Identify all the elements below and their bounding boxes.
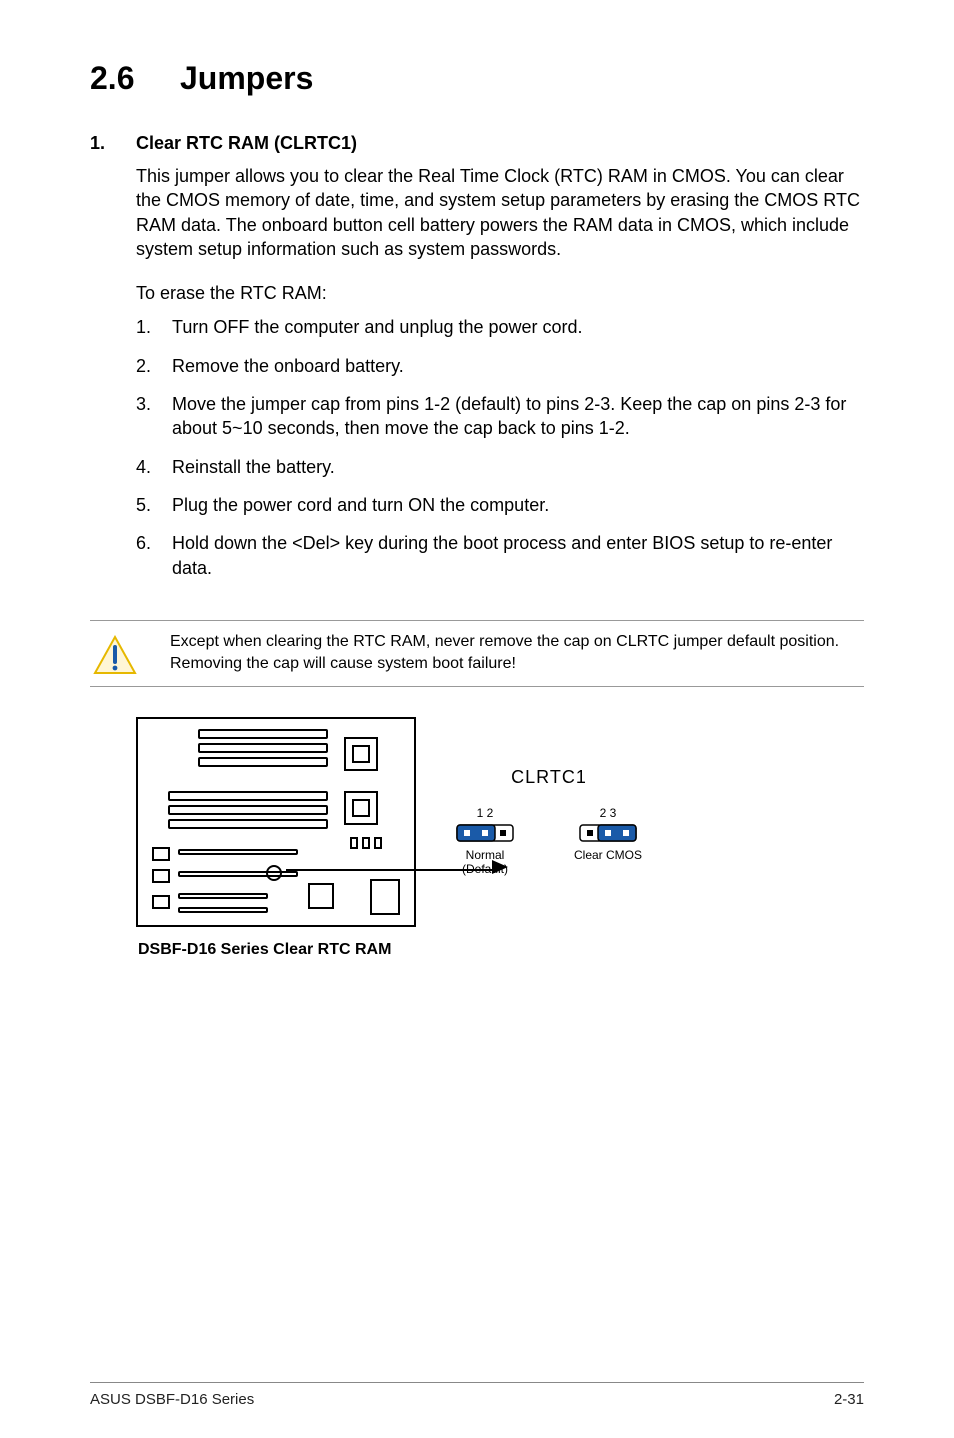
step-text: Hold down the <Del> key during the boot … [172,531,864,580]
item-title: Clear RTC RAM (CLRTC1) [136,133,357,154]
step-number: 6. [136,531,172,580]
pin-labels-left: 1 2 [477,806,494,820]
step-text: Turn OFF the computer and unplug the pow… [172,315,864,339]
section-title: Jumpers [180,60,313,96]
step-number: 2. [136,354,172,378]
step-text: Plug the power cord and turn ON the comp… [172,493,864,517]
jumper-clear: 2 3 Clear CMOS [574,806,642,862]
step: 2. Remove the onboard battery. [136,354,864,378]
jumper-caption-clear: Clear CMOS [574,848,642,862]
footer-left: ASUS DSBF-D16 Series [90,1391,254,1408]
page-footer: ASUS DSBF-D16 Series 2-31 [90,1382,864,1408]
steps-list: 1. Turn OFF the computer and unplug the … [136,315,864,593]
step-number: 1. [136,315,172,339]
item-header: 1. Clear RTC RAM (CLRTC1) [90,133,864,154]
caution-icon [90,631,140,675]
step-text: Reinstall the battery. [172,455,864,479]
step: 5. Plug the power cord and turn ON the c… [136,493,864,517]
section-heading: 2.6Jumpers [90,60,864,97]
caution-text: Except when clearing the RTC RAM, never … [140,631,864,676]
jumper-detail: CLRTC1 1 2 [456,767,642,877]
footer-right: 2-31 [834,1391,864,1408]
step: 6. Hold down the <Del> key during the bo… [136,531,864,580]
arrow-icon [492,860,508,874]
step-text: Remove the onboard battery. [172,354,864,378]
item-description: This jumper allows you to clear the Real… [136,164,864,261]
item-number: 1. [90,133,136,154]
step-text: Move the jumper cap from pins 1-2 (defau… [172,392,864,441]
step: 1. Turn OFF the computer and unplug the … [136,315,864,339]
step-number: 4. [136,455,172,479]
clrtc-diagram: CLRTC1 1 2 [136,717,864,959]
jumper-label: CLRTC1 [511,767,587,788]
section-number: 2.6 [90,60,180,97]
step: 4. Reinstall the battery. [136,455,864,479]
step: 3. Move the jumper cap from pins 1-2 (de… [136,392,864,441]
motherboard-outline [136,717,416,927]
step-number: 5. [136,493,172,517]
step-number: 3. [136,392,172,441]
pin-labels-right: 2 3 [600,806,617,820]
erase-intro: To erase the RTC RAM: [136,281,864,305]
diagram-caption: DSBF-D16 Series Clear RTC RAM [138,941,864,959]
caution-note: Except when clearing the RTC RAM, never … [90,620,864,687]
